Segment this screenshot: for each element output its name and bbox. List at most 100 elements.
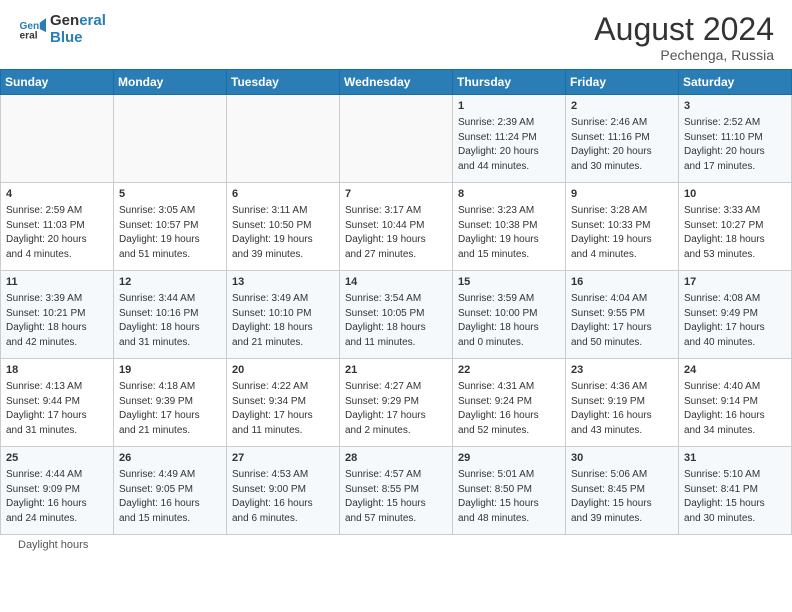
day-info: Daylight: 17 hours — [345, 409, 447, 424]
day-info: Daylight: 17 hours — [6, 409, 108, 424]
day-info: and 53 minutes. — [684, 248, 786, 263]
calendar-cell: 31Sunrise: 5:10 AMSunset: 8:41 PMDayligh… — [679, 447, 792, 535]
calendar-cell: 7Sunrise: 3:17 AMSunset: 10:44 PMDayligh… — [340, 183, 453, 271]
calendar-week-row: 1Sunrise: 2:39 AMSunset: 11:24 PMDayligh… — [1, 95, 792, 183]
day-info: Sunrise: 3:39 AM — [6, 292, 108, 307]
day-info: and 40 minutes. — [684, 336, 786, 351]
day-info: and 42 minutes. — [6, 336, 108, 351]
day-info: Daylight: 15 hours — [571, 497, 673, 512]
day-number: 31 — [684, 451, 786, 467]
calendar-cell: 12Sunrise: 3:44 AMSunset: 10:16 PMDaylig… — [114, 271, 227, 359]
location-subtitle: Pechenga, Russia — [594, 47, 774, 63]
day-info: Daylight: 17 hours — [232, 409, 334, 424]
day-info: Sunrise: 4:40 AM — [684, 380, 786, 395]
calendar-cell: 22Sunrise: 4:31 AMSunset: 9:24 PMDayligh… — [453, 359, 566, 447]
day-info: Sunrise: 4:36 AM — [571, 380, 673, 395]
day-number: 26 — [119, 451, 221, 467]
day-number: 16 — [571, 275, 673, 291]
day-info: Daylight: 16 hours — [6, 497, 108, 512]
day-info: and 15 minutes. — [458, 248, 560, 263]
day-number: 17 — [684, 275, 786, 291]
day-info: and 27 minutes. — [345, 248, 447, 263]
calendar-cell: 5Sunrise: 3:05 AMSunset: 10:57 PMDayligh… — [114, 183, 227, 271]
day-info: Daylight: 18 hours — [6, 321, 108, 336]
day-info: Sunrise: 3:33 AM — [684, 204, 786, 219]
day-of-week-header: Tuesday — [227, 70, 340, 95]
day-of-week-header: Monday — [114, 70, 227, 95]
day-info: Sunset: 9:55 PM — [571, 307, 673, 322]
day-info: Daylight: 17 hours — [684, 321, 786, 336]
day-info: and 15 minutes. — [119, 512, 221, 527]
day-info: Daylight: 18 hours — [232, 321, 334, 336]
day-info: Sunrise: 4:18 AM — [119, 380, 221, 395]
calendar-header-row: SundayMondayTuesdayWednesdayThursdayFrid… — [1, 70, 792, 95]
day-info: Sunrise: 4:49 AM — [119, 468, 221, 483]
day-number: 2 — [571, 99, 673, 115]
day-info: and 11 minutes. — [232, 424, 334, 439]
calendar-cell: 6Sunrise: 3:11 AMSunset: 10:50 PMDayligh… — [227, 183, 340, 271]
calendar-cell: 3Sunrise: 2:52 AMSunset: 11:10 PMDayligh… — [679, 95, 792, 183]
calendar-cell: 16Sunrise: 4:04 AMSunset: 9:55 PMDayligh… — [566, 271, 679, 359]
day-info: and 4 minutes. — [6, 248, 108, 263]
day-info: Sunset: 10:38 PM — [458, 219, 560, 234]
day-number: 3 — [684, 99, 786, 115]
day-number: 10 — [684, 187, 786, 203]
day-info: and 4 minutes. — [571, 248, 673, 263]
day-info: and 21 minutes. — [119, 424, 221, 439]
calendar-week-row: 25Sunrise: 4:44 AMSunset: 9:09 PMDayligh… — [1, 447, 792, 535]
calendar-cell — [1, 95, 114, 183]
day-info: Sunrise: 4:04 AM — [571, 292, 673, 307]
day-info: Daylight: 17 hours — [119, 409, 221, 424]
day-info: Daylight: 19 hours — [119, 233, 221, 248]
day-info: Daylight: 16 hours — [571, 409, 673, 424]
month-year-title: August 2024 — [594, 12, 774, 47]
day-number: 13 — [232, 275, 334, 291]
day-info: Daylight: 20 hours — [684, 145, 786, 160]
day-info: Sunrise: 4:44 AM — [6, 468, 108, 483]
day-info: Sunrise: 4:53 AM — [232, 468, 334, 483]
day-info: Sunrise: 3:05 AM — [119, 204, 221, 219]
day-info: Sunset: 8:41 PM — [684, 483, 786, 498]
day-info: Daylight: 17 hours — [571, 321, 673, 336]
calendar-cell — [114, 95, 227, 183]
day-info: and 52 minutes. — [458, 424, 560, 439]
logo: Gen eral General Blue — [18, 12, 106, 46]
day-number: 19 — [119, 363, 221, 379]
day-info: Sunrise: 5:01 AM — [458, 468, 560, 483]
calendar-cell: 28Sunrise: 4:57 AMSunset: 8:55 PMDayligh… — [340, 447, 453, 535]
day-info: Sunset: 8:50 PM — [458, 483, 560, 498]
calendar-cell: 15Sunrise: 3:59 AMSunset: 10:00 PMDaylig… — [453, 271, 566, 359]
calendar-cell — [340, 95, 453, 183]
day-info: Sunset: 10:16 PM — [119, 307, 221, 322]
day-number: 18 — [6, 363, 108, 379]
day-info: Daylight: 19 hours — [232, 233, 334, 248]
day-info: and 31 minutes. — [119, 336, 221, 351]
calendar-cell: 29Sunrise: 5:01 AMSunset: 8:50 PMDayligh… — [453, 447, 566, 535]
calendar-cell: 24Sunrise: 4:40 AMSunset: 9:14 PMDayligh… — [679, 359, 792, 447]
day-info: Sunset: 9:00 PM — [232, 483, 334, 498]
day-number: 9 — [571, 187, 673, 203]
day-info: Sunset: 9:24 PM — [458, 395, 560, 410]
day-info: Sunset: 9:09 PM — [6, 483, 108, 498]
day-info: and 30 minutes. — [571, 160, 673, 175]
day-info: Sunset: 10:50 PM — [232, 219, 334, 234]
day-info: Sunset: 8:55 PM — [345, 483, 447, 498]
day-info: Sunset: 11:24 PM — [458, 131, 560, 146]
day-info: Sunrise: 4:31 AM — [458, 380, 560, 395]
day-info: Sunset: 10:33 PM — [571, 219, 673, 234]
day-info: Sunrise: 5:10 AM — [684, 468, 786, 483]
day-info: and 30 minutes. — [684, 512, 786, 527]
day-number: 21 — [345, 363, 447, 379]
day-info: and 39 minutes. — [232, 248, 334, 263]
footer: Daylight hours — [0, 535, 792, 555]
day-number: 22 — [458, 363, 560, 379]
daylight-label: Daylight hours — [18, 539, 88, 551]
day-info: and 2 minutes. — [345, 424, 447, 439]
day-info: Sunset: 10:00 PM — [458, 307, 560, 322]
day-info: and 57 minutes. — [345, 512, 447, 527]
day-number: 30 — [571, 451, 673, 467]
day-info: Sunrise: 2:46 AM — [571, 116, 673, 131]
calendar-cell: 9Sunrise: 3:28 AMSunset: 10:33 PMDayligh… — [566, 183, 679, 271]
day-info: and 34 minutes. — [684, 424, 786, 439]
day-info: Daylight: 16 hours — [684, 409, 786, 424]
